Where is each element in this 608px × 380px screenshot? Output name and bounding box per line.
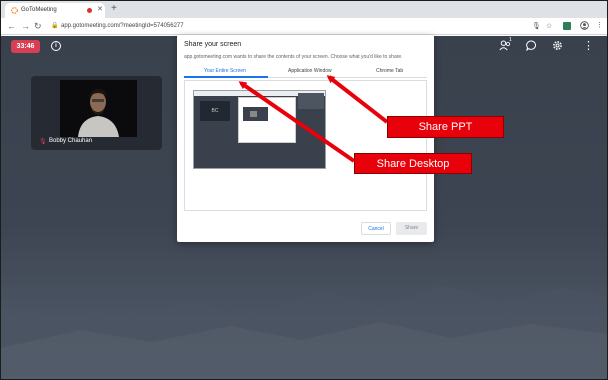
recording-indicator-icon	[87, 8, 92, 13]
share-desktop-callout: Share Desktop	[354, 153, 472, 174]
thumbnail-dialog	[238, 97, 296, 143]
share-ppt-callout: Share PPT	[387, 116, 504, 138]
new-tab-icon[interactable]: +	[111, 3, 117, 14]
screen-thumbnail[interactable]: BC	[193, 90, 326, 169]
gotomeeting-logo-icon	[11, 7, 18, 14]
participant-video-tile[interactable]: 🎙 Bobby Chauhan	[31, 76, 162, 150]
participant-video	[60, 80, 137, 137]
cancel-button[interactable]: Cancel	[361, 222, 391, 235]
address-bar[interactable]: 🔒 app.gotomeeting.com/?meetingId=5740562…	[49, 21, 529, 32]
settings-gear-icon[interactable]	[552, 40, 563, 51]
share-source-tabs: Your Entire Screen Application Window Ch…	[184, 66, 427, 78]
tab-chrome-tab[interactable]: Chrome Tab	[376, 68, 403, 74]
browser-tab[interactable]: GoToMeeting ✕	[5, 3, 105, 18]
mic-icon[interactable]: 🎙	[532, 22, 541, 30]
tab-application-window[interactable]: Application Window	[288, 68, 332, 74]
menu-icon[interactable]: ⋮	[596, 21, 603, 29]
dialog-title: Share your screen	[184, 41, 242, 48]
lock-icon: 🔒	[51, 23, 59, 29]
more-options-icon[interactable]: ⋮	[583, 39, 594, 52]
muted-mic-icon: 🎙	[39, 139, 47, 145]
thumbnail-inner-tile	[250, 111, 257, 117]
forward-icon[interactable]: →	[21, 21, 30, 31]
share-screen-dialog: Share your screen app.gotomeeting.com wa…	[177, 35, 434, 242]
star-icon[interactable]: ☆	[546, 22, 552, 30]
chat-icon[interactable]	[526, 40, 537, 51]
tab-entire-screen[interactable]: Your Entire Screen	[204, 68, 246, 74]
participant-count-badge: 1	[509, 37, 512, 43]
screenshot-frame: GoToMeeting ✕ + ← → ↻ 🔒 app.gotomeeting.…	[0, 0, 608, 380]
person-avatar-icon	[60, 80, 137, 137]
meeting-timer: 33:46	[11, 40, 40, 53]
screen-preview-list: BC	[184, 80, 427, 211]
back-icon[interactable]: ←	[7, 21, 16, 31]
close-tab-icon[interactable]: ✕	[97, 5, 103, 13]
thumbnail-side-window	[298, 93, 324, 109]
reload-icon[interactable]: ↻	[34, 21, 42, 32]
browser-toolbar: ← → ↻ 🔒 app.gotomeeting.com/?meetingId=5…	[1, 18, 607, 35]
extension-icon[interactable]	[563, 22, 571, 30]
participant-name: Bobby Chauhan	[49, 138, 93, 144]
profile-icon[interactable]	[580, 21, 589, 30]
browser-tab-strip: GoToMeeting ✕ +	[1, 1, 607, 18]
thumbnail-participant-tile: BC	[200, 101, 230, 121]
info-icon[interactable]: i	[51, 41, 61, 51]
url-text: app.gotomeeting.com/?meetingId=574056277	[61, 23, 184, 29]
browser-tab-title: GoToMeeting	[21, 7, 57, 13]
dialog-subtitle: app.gotomeeting.com wants to share the c…	[184, 54, 403, 60]
share-button[interactable]: Share	[396, 222, 427, 235]
mountain-background-icon	[1, 285, 607, 379]
active-tab-indicator	[184, 76, 268, 78]
